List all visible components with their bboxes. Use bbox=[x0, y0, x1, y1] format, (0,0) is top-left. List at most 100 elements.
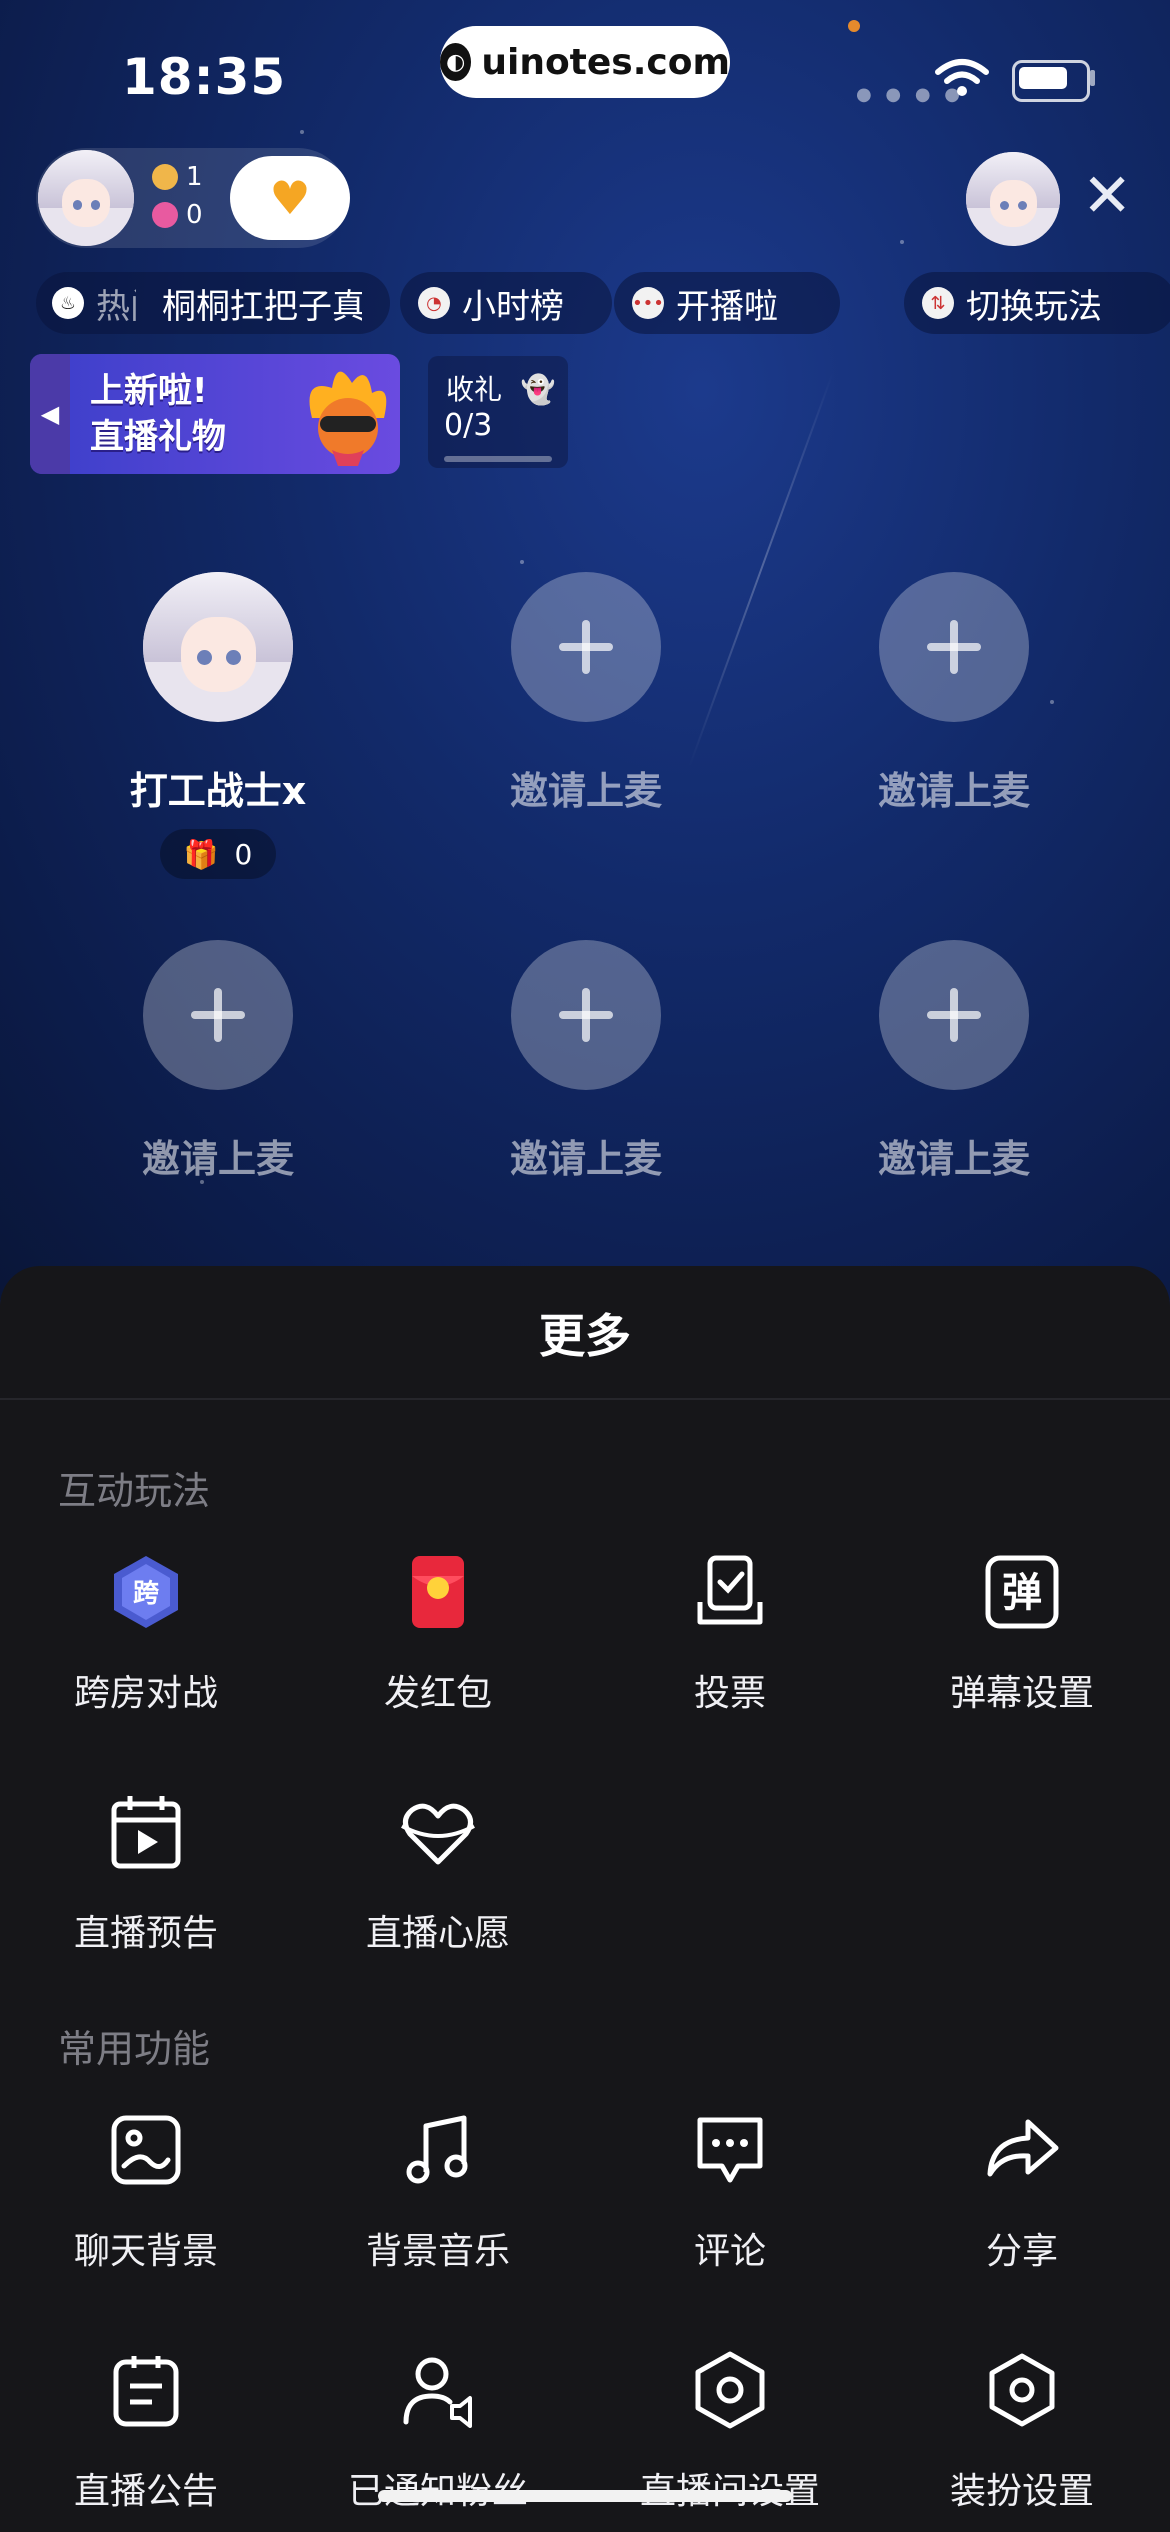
home-indicator[interactable] bbox=[378, 2490, 792, 2502]
vote-icon bbox=[697, 1555, 763, 1625]
section-interactive: 互动玩法 bbox=[58, 1469, 211, 1513]
red-envelope-item[interactable]: 发红包 bbox=[292, 1552, 584, 1716]
item-label: 背景音乐 bbox=[365, 2231, 510, 2272]
online-user-icon bbox=[152, 164, 178, 190]
start-live-label: 开播啦 bbox=[676, 286, 778, 327]
switch-icon: ⇅ bbox=[922, 287, 954, 319]
mic-seat-empty[interactable]: 邀请上麦 bbox=[436, 572, 736, 815]
host-counts: 1 0 bbox=[152, 158, 203, 234]
section-common: 常用功能 bbox=[58, 2027, 211, 2071]
invite-plus-icon[interactable] bbox=[879, 940, 1029, 1090]
notice-icon bbox=[113, 2356, 179, 2427]
invite-plus-icon[interactable] bbox=[143, 940, 293, 1090]
item-label: 直播心愿 bbox=[365, 1913, 510, 1954]
mic-seat-empty[interactable]: 邀请上麦 bbox=[436, 940, 736, 1183]
privacy-indicator-dot bbox=[848, 20, 860, 32]
svg-text:弹: 弹 bbox=[1002, 1570, 1042, 1616]
like-count: 0 bbox=[186, 200, 203, 230]
banner-collapse-arrow-icon[interactable]: ◀ bbox=[30, 354, 70, 474]
notify-fans-icon bbox=[403, 2357, 472, 2428]
follow-heart-button[interactable]: ♥ bbox=[230, 156, 350, 240]
flame-icon: ♨ bbox=[52, 287, 84, 319]
sheet-title: 更多 bbox=[539, 1309, 631, 1363]
item-label: 直播预告 bbox=[73, 1913, 218, 1954]
gift-progress-bar bbox=[444, 456, 552, 462]
flame-mascot-icon bbox=[309, 371, 387, 466]
dots-icon: ••• bbox=[632, 287, 664, 319]
share-arrow-icon bbox=[987, 2119, 1059, 2177]
item-label: 分享 bbox=[985, 2231, 1058, 2272]
url-pill: ◐ uinotes.com bbox=[440, 26, 730, 98]
invite-plus-icon[interactable] bbox=[511, 940, 661, 1090]
viewer-avatar[interactable] bbox=[966, 152, 1060, 246]
background-music-item[interactable]: 背景音乐 bbox=[292, 2110, 584, 2274]
gift-progress-value: 0/3 bbox=[444, 408, 493, 443]
mic-seat-empty[interactable]: 邀请上麦 bbox=[804, 572, 1104, 815]
ghost-gift-icon: 👻 bbox=[520, 373, 556, 406]
chat-background-item[interactable]: 聊天背景 bbox=[0, 2110, 292, 2274]
seat-gift-value: 0 bbox=[234, 837, 253, 871]
cross-room-battle-item[interactable]: 跨 跨房对战 bbox=[0, 1552, 292, 1716]
item-label: 跨房对战 bbox=[73, 1673, 218, 1714]
decoration-settings-icon bbox=[989, 2353, 1055, 2427]
item-label: 已通知粉丝 bbox=[292, 2462, 584, 2514]
danmaku-item[interactable]: 弹 弹幕设置 bbox=[876, 1552, 1168, 1716]
item-label: 聊天背景 bbox=[73, 2231, 218, 2272]
red-envelope-icon bbox=[412, 1556, 464, 1628]
gift-progress-title: 收礼 👻 bbox=[446, 368, 556, 408]
share-item[interactable]: 分享 bbox=[876, 2110, 1168, 2274]
star-decoration bbox=[300, 130, 304, 134]
invite-mic-label: 邀请上麦 bbox=[509, 1137, 662, 1181]
hour-rank-chip[interactable]: ◔ 小时榜 bbox=[400, 272, 612, 334]
uinotes-logo-icon: ◐ bbox=[440, 43, 472, 81]
heart-wish-icon bbox=[401, 1803, 475, 1865]
invite-plus-icon[interactable] bbox=[879, 572, 1029, 722]
item-label: 评论 bbox=[693, 2231, 766, 2272]
comment-item[interactable]: 评论 bbox=[584, 2110, 876, 2274]
like-heart-icon bbox=[152, 202, 178, 228]
mic-seat-host[interactable]: 打工战士x 🎁 0 bbox=[68, 572, 368, 879]
online-count: 1 bbox=[186, 162, 203, 192]
clock-icon: ◔ bbox=[418, 287, 450, 319]
hot-rank-label: 热门 bbox=[96, 286, 136, 327]
item-label: 投票 bbox=[693, 1673, 766, 1714]
banner-line1: 上新啦! bbox=[90, 371, 208, 411]
star-decoration bbox=[900, 240, 904, 244]
item-label: 直播间设置 bbox=[584, 2462, 876, 2514]
item-label: 发红包 bbox=[383, 1673, 492, 1714]
seat-gift-count: 🎁 0 bbox=[159, 829, 277, 879]
room-settings-icon bbox=[695, 2351, 765, 2429]
winged-heart-icon: ♥ bbox=[269, 171, 311, 225]
seat-user-name: 打工战士x bbox=[129, 769, 307, 813]
live-preview-item[interactable]: 直播预告 bbox=[0, 1792, 292, 1956]
host-avatar[interactable] bbox=[38, 150, 134, 246]
live-notice-item[interactable]: 直播公告 bbox=[0, 2350, 292, 2514]
invite-mic-label: 邀请上麦 bbox=[877, 769, 1030, 813]
invite-plus-icon[interactable] bbox=[511, 572, 661, 722]
chat-background-icon bbox=[111, 2115, 181, 2185]
svg-text:跨: 跨 bbox=[133, 1579, 160, 1609]
switch-mode-chip[interactable]: ⇅ 切换玩法 bbox=[904, 272, 1170, 334]
music-note-icon bbox=[406, 2115, 468, 2184]
invite-mic-label: 邀请上麦 bbox=[141, 1137, 294, 1181]
live-wish-item[interactable]: 直播心愿 bbox=[292, 1792, 584, 1956]
start-live-chip[interactable]: ••• 开播啦 bbox=[614, 272, 840, 334]
status-time: 18:35 bbox=[122, 48, 287, 106]
new-gift-banner[interactable]: ◀ 上新啦! 直播礼物 bbox=[30, 354, 400, 474]
mic-seat-empty[interactable]: 邀请上麦 bbox=[68, 940, 368, 1183]
invite-mic-label: 邀请上麦 bbox=[877, 1137, 1030, 1181]
comment-icon bbox=[697, 2117, 763, 2183]
gift-box-icon: 🎁 bbox=[183, 837, 219, 871]
close-icon[interactable]: ✕ bbox=[1082, 166, 1132, 226]
invite-mic-label: 邀请上麦 bbox=[509, 769, 662, 813]
seat-avatar bbox=[143, 572, 293, 722]
song-marquee: 桐桐扛把子真 bbox=[162, 286, 362, 327]
cross-room-battle-icon: 跨 bbox=[114, 1556, 178, 1628]
decoration-settings-item[interactable]: 装扮设置 bbox=[876, 2350, 1168, 2514]
banner-line2: 直播礼物 bbox=[90, 417, 226, 457]
wifi-icon bbox=[934, 58, 990, 102]
hot-rank-chip[interactable]: ♨ 热门 桐桐扛把子真 bbox=[36, 272, 390, 334]
calendar-play-icon bbox=[111, 1796, 181, 1869]
mic-seat-empty[interactable]: 邀请上麦 bbox=[804, 940, 1104, 1183]
vote-item[interactable]: 投票 bbox=[584, 1552, 876, 1716]
